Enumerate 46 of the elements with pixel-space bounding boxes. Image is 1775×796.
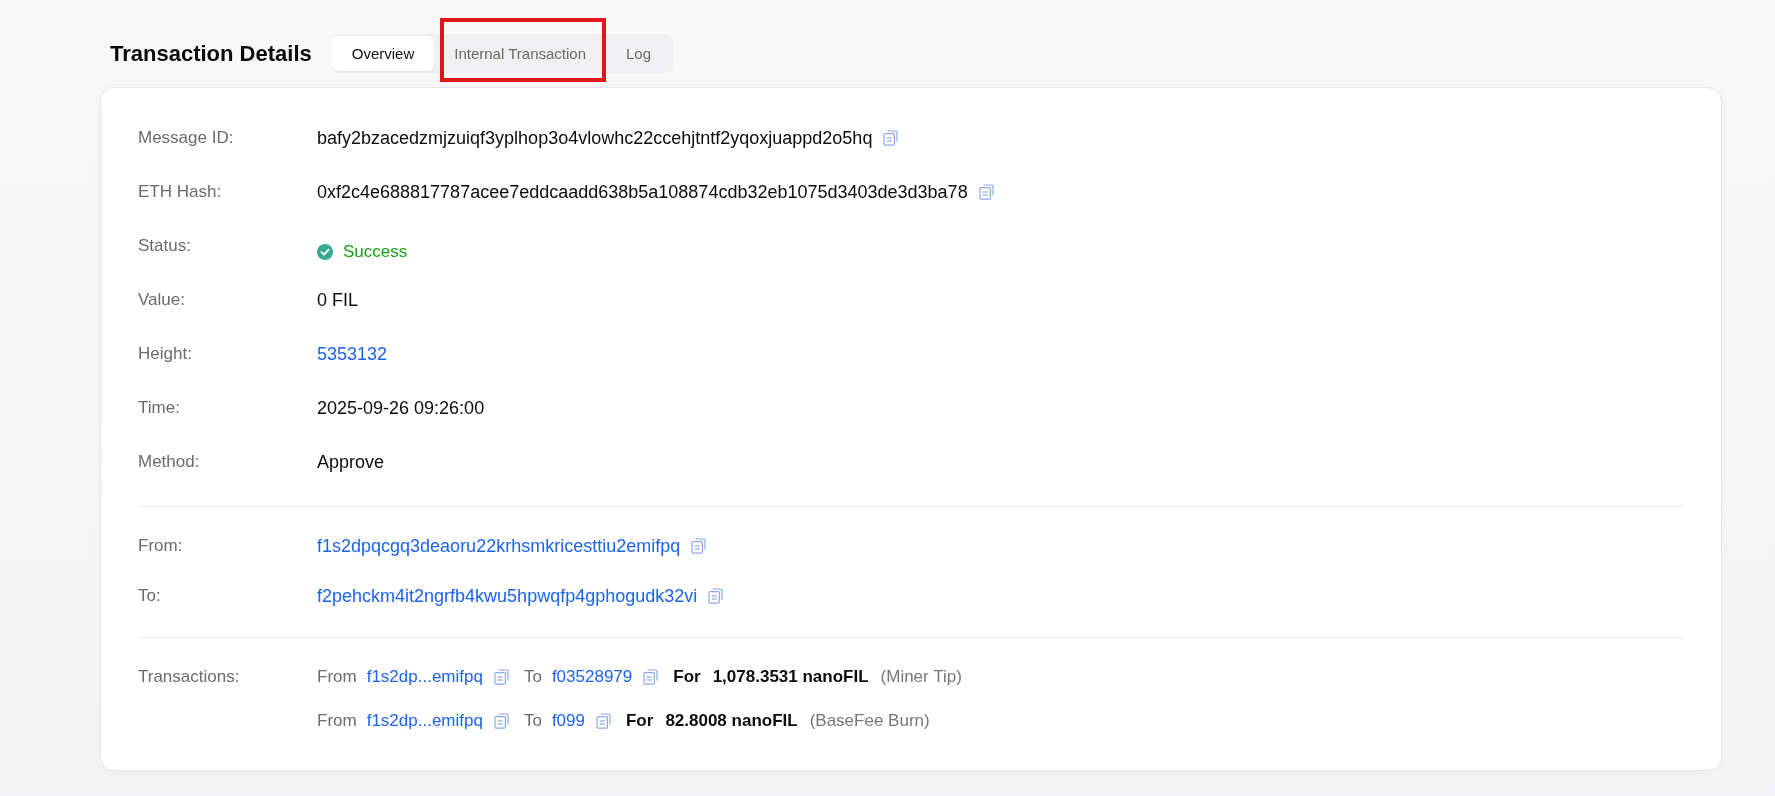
page-title: Transaction Details bbox=[110, 40, 312, 67]
for-text: For bbox=[626, 711, 654, 731]
value-link[interactable]: f2pehckm4it2ngrfb4kwu5hpwqfp4gphogudk32vi bbox=[317, 585, 698, 607]
copy-icon[interactable] bbox=[643, 669, 659, 685]
address-link[interactable]: f1s2dp...emifpq bbox=[366, 667, 483, 687]
address-link[interactable]: f099 bbox=[551, 711, 585, 731]
field-label: Height: bbox=[138, 344, 193, 364]
field-label: Transactions: bbox=[138, 666, 241, 688]
field-value: 2025-09-26 09:26:00 bbox=[317, 397, 485, 419]
field-label: Message ID: bbox=[138, 128, 235, 148]
fee-note: (BaseFee Burn) bbox=[809, 711, 930, 731]
tab[interactable]: Overview bbox=[331, 36, 435, 71]
for-text: For bbox=[673, 667, 701, 687]
status-text: Success bbox=[343, 242, 408, 262]
field-label: ETH Hash: bbox=[138, 182, 223, 202]
field-label: From: bbox=[138, 536, 184, 556]
field-label: Value: bbox=[138, 290, 186, 310]
value-link[interactable]: 5353132 bbox=[317, 343, 388, 365]
fee-note: (Miner Tip) bbox=[880, 667, 962, 687]
copy-icon[interactable] bbox=[708, 588, 724, 604]
address-link[interactable]: f1s2dp...emifpq bbox=[366, 711, 483, 731]
copy-icon[interactable] bbox=[493, 669, 509, 685]
copy-icon[interactable] bbox=[596, 713, 611, 729]
field-label: Time: bbox=[138, 398, 181, 418]
field-value: 0xf2c4e688817787acee7eddcaadd638b5a108874cdb32eb1075d3403de3d3ba78 bbox=[317, 181, 968, 203]
to-text: To bbox=[523, 667, 542, 687]
from-text: From bbox=[317, 711, 357, 731]
field-value: 0 FIL bbox=[317, 289, 359, 311]
copy-icon[interactable] bbox=[883, 130, 899, 146]
field-label: Status: bbox=[138, 236, 192, 256]
to-text: To bbox=[523, 711, 542, 731]
field-label: Method: bbox=[138, 452, 201, 472]
tab[interactable]: Internal Transaction bbox=[434, 36, 606, 71]
tab[interactable]: Log bbox=[606, 36, 672, 71]
field-value: Approve bbox=[317, 451, 385, 473]
field-label: To: bbox=[138, 586, 162, 606]
copy-icon[interactable] bbox=[493, 713, 509, 729]
copy-icon[interactable] bbox=[978, 184, 994, 200]
value-link[interactable]: f1s2dpqcgq3deaoru22krhsmkricesttiu2emifpq bbox=[317, 535, 681, 557]
field-value: bafy2bzacedzmjzuiqf3yplhop3o4vlowhc22ccehjtntf2yqoxjuappd2o5hq bbox=[317, 127, 873, 149]
check-circle-icon bbox=[317, 244, 333, 260]
copy-icon[interactable] bbox=[691, 538, 707, 554]
from-text: From bbox=[317, 667, 357, 687]
amount-text: 82.8008 nanoFIL bbox=[665, 711, 798, 731]
amount-text: 1,078.3531 nanoFIL bbox=[712, 667, 869, 687]
address-link[interactable]: f03528979 bbox=[551, 667, 633, 687]
